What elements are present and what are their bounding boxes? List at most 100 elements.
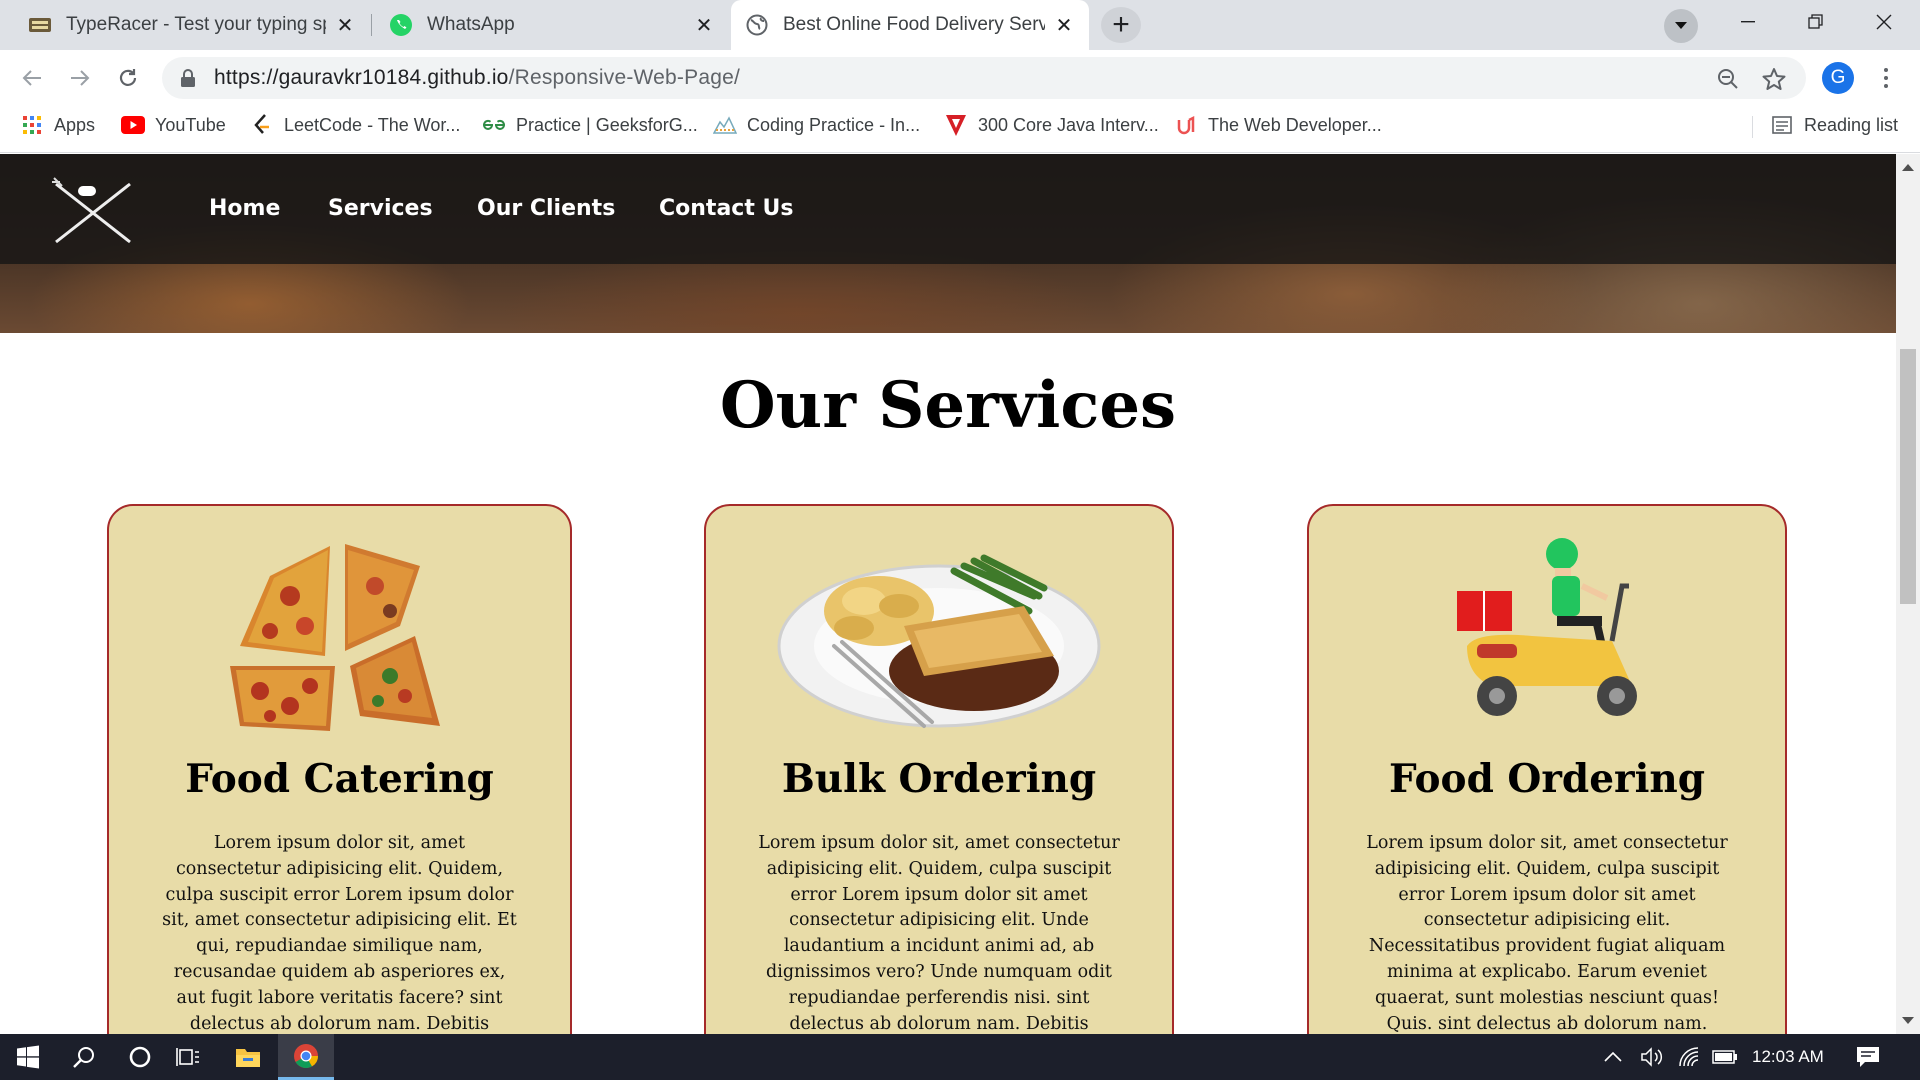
tab-search-button[interactable] [1664,9,1698,43]
reading-list-label: Reading list [1804,114,1899,135]
network-button[interactable] [1678,1034,1700,1080]
page-viewport: Home Services Our Clients Contact Us Our… [0,154,1896,1034]
leetcode-icon [250,113,274,137]
browser-toolbar: https://gauravkr10184.github.io/Responsi… [0,50,1920,106]
delivery-scooter-image [1309,536,1785,736]
bookmark-apps[interactable]: Apps [20,106,95,144]
globe-icon [745,13,769,37]
bookmark-leetcode[interactable]: LeetCode - The Wor... [250,106,460,144]
close-tab-icon[interactable]: ✕ [334,14,356,37]
pizza-slices-image [109,536,570,736]
bookmark-divider [1752,116,1753,138]
tab-title: Best Online Food Delivery Service [783,14,1045,35]
notification-icon [1857,1047,1879,1067]
reading-list-button[interactable]: Reading list [1770,106,1898,144]
tab-whatsapp[interactable]: WhatsApp ✕ [375,0,729,50]
bookmark-coding-practice[interactable]: Coding Practice - In... [713,106,920,144]
typeracer-icon [28,13,52,37]
tab-title: WhatsApp [427,14,515,35]
close-tab-icon[interactable]: ✕ [693,14,715,37]
bookmark-label: YouTube [155,114,226,135]
whatsapp-icon [389,13,413,37]
plated-meal-image [706,536,1172,736]
reading-list-icon [1770,113,1794,137]
tab-typeracer[interactable]: TypeRacer - Test your typing spee ✕ [14,0,370,50]
clock[interactable]: 12:03 AM [1752,1034,1824,1080]
scroll-down-arrow-icon[interactable] [1902,1017,1914,1024]
battery-button[interactable] [1712,1034,1738,1080]
back-button[interactable] [14,60,50,96]
site-navbar: Home Services Our Clients Contact Us [0,154,1896,264]
lock-icon [181,69,195,87]
codingninjas-icon [713,113,737,137]
card-title: Bulk Ordering [781,756,1097,802]
search-icon [73,1047,94,1068]
nav-contact-us-link[interactable]: Contact Us [659,196,793,221]
chrome-icon [294,1043,318,1068]
chrome-taskbar-button[interactable] [278,1034,334,1080]
close-icon [1876,14,1892,30]
close-tab-icon[interactable]: ✕ [1053,14,1075,37]
bookmark-label: 300 Core Java Interv... [978,114,1159,135]
forward-button[interactable] [62,60,98,96]
apps-grid-icon [20,113,44,137]
browser-tab-strip: TypeRacer - Test your typing spee ✕ What… [0,0,1920,50]
nav-home-link[interactable]: Home [209,196,280,221]
bookmark-geeksforgeeks[interactable]: Practice | GeeksforG... [482,106,698,144]
arrow-right-icon [71,70,90,86]
bookmark-core-java[interactable]: 300 Core Java Interv... [944,106,1159,144]
service-card-bulk-ordering: Bulk Ordering Lorem ipsum dolor sit, ame… [704,504,1174,1034]
new-tab-button[interactable]: + [1101,7,1141,43]
browser-menu-button[interactable] [1872,60,1900,96]
volume-button[interactable] [1640,1034,1664,1080]
url-text: https://gauravkr10184.github.io/Responsi… [214,66,740,90]
arrow-left-icon [22,70,41,86]
windows-taskbar: 12:03 AM [0,1034,1920,1080]
speaker-icon [1641,1047,1663,1067]
tab-food-delivery[interactable]: Best Online Food Delivery Service ✕ [731,0,1089,50]
action-center-button[interactable] [1856,1034,1880,1080]
youtube-icon [121,113,145,137]
bookmark-label: Apps [54,114,96,135]
scroll-up-arrow-icon[interactable] [1902,164,1914,171]
card-description: Lorem ipsum dolor sit, amet consectetur … [758,833,1120,1034]
card-description: Lorem ipsum dolor sit, amet consectetur … [1366,833,1728,1034]
card-title: Food Ordering [1388,756,1706,802]
file-explorer-button[interactable] [220,1034,276,1080]
page-scrollbar[interactable] [1896,154,1920,1034]
nav-services-link[interactable]: Services [328,196,433,221]
show-hidden-icons-button[interactable] [1604,1034,1622,1080]
tab-title: TypeRacer - Test your typing spee [66,14,326,35]
restore-button[interactable] [1782,0,1850,44]
profile-avatar[interactable]: G [1822,62,1854,94]
bookmark-label: LeetCode - The Wor... [284,114,461,135]
bookmarks-bar: Apps YouTube LeetCode - The Wor... Pract… [0,106,1920,153]
reload-button[interactable] [110,60,146,96]
crossed-utensils-logo-icon[interactable] [48,176,138,246]
bookmark-web-developer[interactable]: The Web Developer... [1174,106,1382,144]
javatpoint-icon [944,113,968,137]
address-bar[interactable]: https://gauravkr10184.github.io/Responsi… [162,57,1806,99]
url-host: https://gauravkr10184.github.io [214,66,509,89]
cortana-circle-icon [129,1046,151,1068]
start-button[interactable] [0,1034,56,1080]
card-title: Food Catering [185,756,494,802]
zoom-out-icon [1718,69,1738,89]
minimize-button[interactable] [1714,0,1782,44]
scrollbar-thumb[interactable] [1900,349,1916,604]
close-window-button[interactable] [1850,0,1918,44]
task-view-icon [176,1048,199,1066]
bookmark-star-button[interactable] [1758,63,1790,95]
url-path: /Responsive-Web-Page/ [508,66,740,89]
zoom-button[interactable] [1712,63,1744,95]
chevron-up-icon [1604,1051,1622,1062]
bookmark-label: The Web Developer... [1208,114,1382,135]
windows-logo-icon [17,1045,39,1069]
star-icon [1762,68,1786,90]
bookmark-youtube[interactable]: YouTube [121,106,226,144]
udemy-icon [1174,113,1198,137]
nav-our-clients-link[interactable]: Our Clients [477,196,615,221]
wifi-icon [1679,1047,1699,1067]
search-button[interactable] [56,1034,112,1080]
task-view-button[interactable] [160,1034,216,1080]
